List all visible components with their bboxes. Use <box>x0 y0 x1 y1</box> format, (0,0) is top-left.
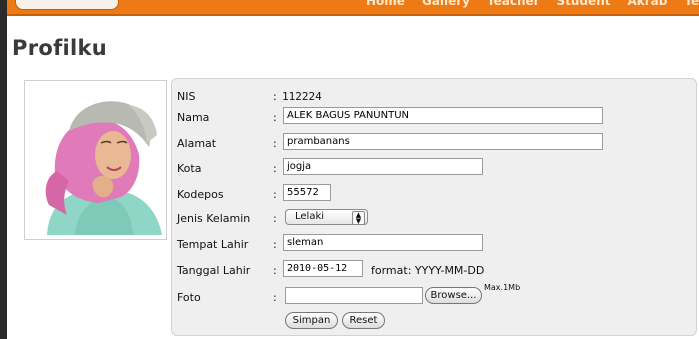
browse-button[interactable]: Browse... <box>425 287 482 304</box>
kodepos-row: Kodepos : <box>172 183 696 205</box>
kota-colon: : <box>273 162 277 175</box>
jenis-kelamin-label: Jenis Kelamin <box>177 212 251 225</box>
foto-colon: : <box>273 291 277 304</box>
tanggal-lahir-row: Tanggal Lahir : format: YYYY-MM-DD <box>172 259 696 281</box>
nav-student-link[interactable]: Student <box>557 0 611 8</box>
foto-row: Foto : Browse... Max.1Mb <box>172 283 696 308</box>
kodepos-colon: : <box>273 188 277 201</box>
nav-teche-link[interactable]: Teche <box>684 0 699 8</box>
max-size-note: Max.1Mb <box>484 283 521 292</box>
select-arrows-icon: ▲ ▼ <box>352 211 365 225</box>
nis-row: NIS : 112224 <box>172 85 696 107</box>
nav-search-pill <box>15 0 119 10</box>
nama-label: Nama <box>177 111 210 124</box>
tempat-lahir-colon: : <box>273 238 277 251</box>
nav-links: Home Gallery Teacher Student Akrab Teche <box>366 0 699 8</box>
nav-home-link[interactable]: Home <box>366 0 405 8</box>
buttons-row: Simpan Reset <box>172 311 696 333</box>
nav-akrab-link[interactable]: Akrab <box>627 0 667 8</box>
left-border <box>0 0 7 339</box>
jenis-kelamin-select[interactable]: Lelaki ▲ ▼ <box>285 209 368 225</box>
nis-colon: : <box>273 90 277 103</box>
alamat-input[interactable] <box>283 133 603 150</box>
alamat-colon: : <box>273 137 277 150</box>
profile-form: NIS : 112224 Nama : Alamat : Kota : Kode… <box>171 78 697 336</box>
kodepos-label: Kodepos <box>177 188 224 201</box>
kodepos-input[interactable] <box>283 184 331 201</box>
foto-file-field[interactable] <box>285 287 423 304</box>
alamat-label: Alamat <box>177 137 217 150</box>
kota-label: Kota <box>177 162 202 175</box>
tempat-lahir-label: Tempat Lahir <box>177 238 249 251</box>
nama-input[interactable] <box>283 107 603 124</box>
nis-value: 112224 <box>282 90 322 103</box>
nis-label: NIS <box>177 90 196 103</box>
jenis-kelamin-row: Jenis Kelamin : Lelaki ▲ ▼ <box>172 207 696 229</box>
tanggal-lahir-colon: : <box>273 264 277 277</box>
kota-input[interactable] <box>283 158 483 175</box>
nav-gallery-link[interactable]: Gallery <box>422 0 470 8</box>
top-nav-bar: Home Gallery Teacher Student Akrab Teche <box>7 0 699 16</box>
nav-teacher-link[interactable]: Teacher <box>487 0 540 8</box>
simpan-button[interactable]: Simpan <box>285 312 338 329</box>
jenis-kelamin-selected-value: Lelaki <box>295 211 325 222</box>
tanggal-lahir-label: Tanggal Lahir <box>177 264 251 277</box>
page-title: Profilku <box>12 36 108 60</box>
reset-button[interactable]: Reset <box>342 312 385 329</box>
date-format-hint: format: YYYY-MM-DD <box>371 264 485 277</box>
tempat-lahir-input[interactable] <box>283 234 483 251</box>
jenis-kelamin-colon: : <box>273 212 277 225</box>
foto-label: Foto <box>177 291 201 304</box>
nama-row: Nama : <box>172 106 696 128</box>
profile-photo-image <box>29 85 162 235</box>
kota-row: Kota : <box>172 157 696 179</box>
profile-photo <box>24 80 167 240</box>
tanggal-lahir-input[interactable] <box>283 260 363 277</box>
nama-colon: : <box>273 111 277 124</box>
tempat-lahir-row: Tempat Lahir : <box>172 233 696 255</box>
alamat-row: Alamat : <box>172 132 696 154</box>
